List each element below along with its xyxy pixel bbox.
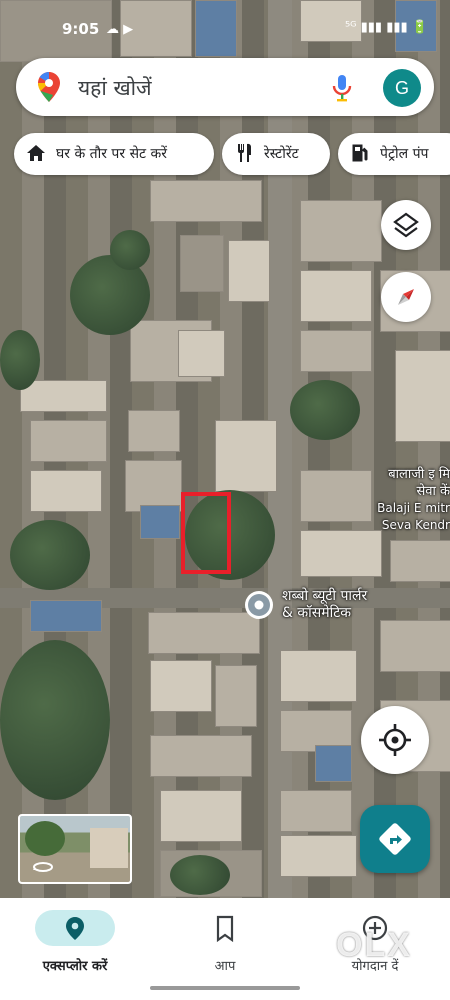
account-avatar[interactable]: G	[383, 69, 421, 107]
building	[395, 350, 450, 442]
chip-petrol-label: पेट्रोल पंप	[380, 146, 429, 162]
poi-parlour-line2: & कॉसमेटिक	[282, 605, 352, 621]
street-view-thumbnail[interactable]	[18, 814, 132, 884]
highlighted-plot-marker	[181, 492, 231, 574]
building	[30, 470, 102, 512]
status-bar: 9:05 ☁ ▶ ⁵ᴳ ▮▮▮ ▮▮▮ 🔋	[0, 0, 450, 56]
nav-you[interactable]: आप	[150, 906, 300, 976]
directions-button[interactable]	[360, 805, 430, 873]
home-icon	[27, 145, 45, 161]
building	[300, 330, 372, 372]
crosshair-location-icon	[379, 724, 411, 756]
street-view-building	[90, 828, 128, 868]
maps-logo-icon	[38, 72, 60, 102]
directions-icon	[379, 823, 411, 855]
building	[30, 600, 102, 632]
building	[215, 420, 277, 492]
layers-button[interactable]	[381, 200, 431, 250]
building	[20, 380, 107, 412]
building	[180, 235, 224, 292]
building	[148, 612, 260, 654]
building	[150, 735, 252, 777]
bookmark-icon	[216, 915, 234, 943]
building	[300, 530, 382, 577]
street-view-tree	[25, 821, 65, 856]
building	[300, 200, 382, 262]
status-time: 9:05	[62, 20, 100, 38]
nav-explore-active-pill	[35, 910, 115, 946]
building	[380, 620, 450, 672]
building	[178, 330, 225, 377]
building	[280, 835, 357, 877]
search-bar[interactable]: यहां खोजें G	[16, 58, 434, 116]
tree	[0, 640, 110, 800]
chip-petrol[interactable]: पेट्रोल पंप	[338, 133, 450, 175]
nav-you-pill	[185, 910, 265, 946]
building	[228, 240, 270, 302]
building	[390, 540, 450, 582]
building	[128, 410, 180, 452]
my-location-button[interactable]	[361, 706, 429, 774]
restaurant-icon	[238, 143, 252, 162]
building	[140, 505, 180, 539]
search-input[interactable]: यहां खोजें	[78, 74, 152, 102]
microphone-icon[interactable]	[331, 74, 353, 102]
building	[280, 650, 357, 702]
poi-parlour-pin[interactable]	[245, 591, 273, 619]
poi-parlour-label[interactable]: शब्बो ब्यूटी पार्लर & कॉसमेटिक	[282, 588, 367, 622]
building	[215, 665, 257, 727]
poi-balaji-english-1: Balaji E mitr	[377, 501, 450, 515]
poi-balaji-english-2: Seva Kendr	[381, 518, 450, 532]
tree	[110, 230, 150, 270]
status-signal-battery: ⁵ᴳ ▮▮▮ ▮▮▮ 🔋	[344, 20, 428, 35]
gas-station-icon	[352, 144, 368, 162]
explore-pin-icon	[66, 917, 84, 940]
tree	[10, 520, 90, 590]
nav-explore[interactable]: एक्सप्लोर करें	[0, 906, 150, 976]
building	[160, 790, 242, 842]
building	[300, 270, 372, 322]
compass-button[interactable]	[381, 272, 431, 322]
olx-watermark: OLX	[336, 926, 412, 964]
rotate-360-icon	[33, 862, 53, 872]
chip-restaurant-label: रेस्टोरेंट	[264, 146, 299, 162]
compass-icon	[398, 289, 414, 305]
nav-you-label: आप	[214, 959, 236, 974]
poi-balaji-hindi-2: सेवा कें	[416, 484, 450, 499]
chip-set-home-label: घर के तौर पर सेट करें	[56, 146, 168, 162]
nav-explore-label: एक्सप्लोर करें	[42, 959, 108, 974]
poi-balaji-hindi-1: बालाजी इ मि	[388, 467, 450, 482]
chip-restaurant[interactable]: रेस्टोरेंट	[222, 133, 330, 175]
building	[150, 180, 262, 222]
chip-set-home[interactable]: घर के तौर पर सेट करें	[14, 133, 214, 175]
building	[30, 420, 107, 462]
poi-balaji-label[interactable]: बालाजी इ मि सेवा कें Balaji E mitr Seva …	[368, 466, 450, 534]
gesture-handle	[150, 986, 300, 990]
status-notification-icons: ☁ ▶	[106, 22, 134, 37]
building	[150, 660, 212, 712]
location-pin-icon	[248, 594, 270, 616]
building	[300, 470, 372, 522]
tree	[170, 855, 230, 895]
tree	[0, 330, 40, 390]
poi-parlour-line1: शब्बो ब्यूटी पार्लर	[282, 588, 368, 604]
building	[280, 790, 352, 832]
layers-icon	[393, 212, 419, 238]
building	[315, 745, 352, 782]
tree	[290, 380, 360, 440]
